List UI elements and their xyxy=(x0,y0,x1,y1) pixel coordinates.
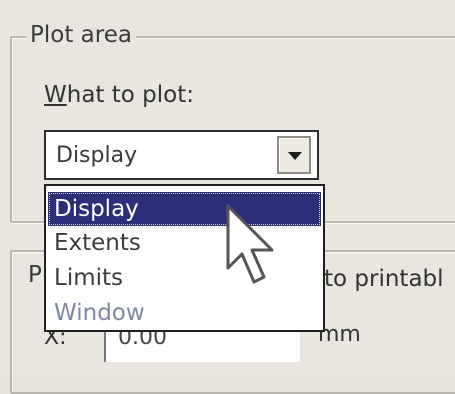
dropdown-option-window[interactable]: Window xyxy=(48,296,321,330)
chevron-down-icon xyxy=(288,152,302,160)
mouse-pointer-icon xyxy=(226,204,274,284)
what-to-plot-selected-value: Display xyxy=(56,143,138,168)
what-to-plot-label: What to plot: xyxy=(44,82,194,108)
what-to-plot-combobox[interactable]: Display xyxy=(44,130,319,180)
what-to-plot-label-text: hat to plot: xyxy=(66,82,194,108)
plot-area-title: Plot area xyxy=(26,22,136,48)
plot-offset-title-fragment: P xyxy=(24,262,46,288)
plot-offset-title-right-fragment: to printabl xyxy=(324,266,444,292)
what-to-plot-label-accelerator: W xyxy=(44,82,67,108)
what-to-plot-dropdown-button[interactable] xyxy=(277,136,311,174)
plot-dialog: Plot area What to plot: Display P to pri… xyxy=(0,0,455,394)
